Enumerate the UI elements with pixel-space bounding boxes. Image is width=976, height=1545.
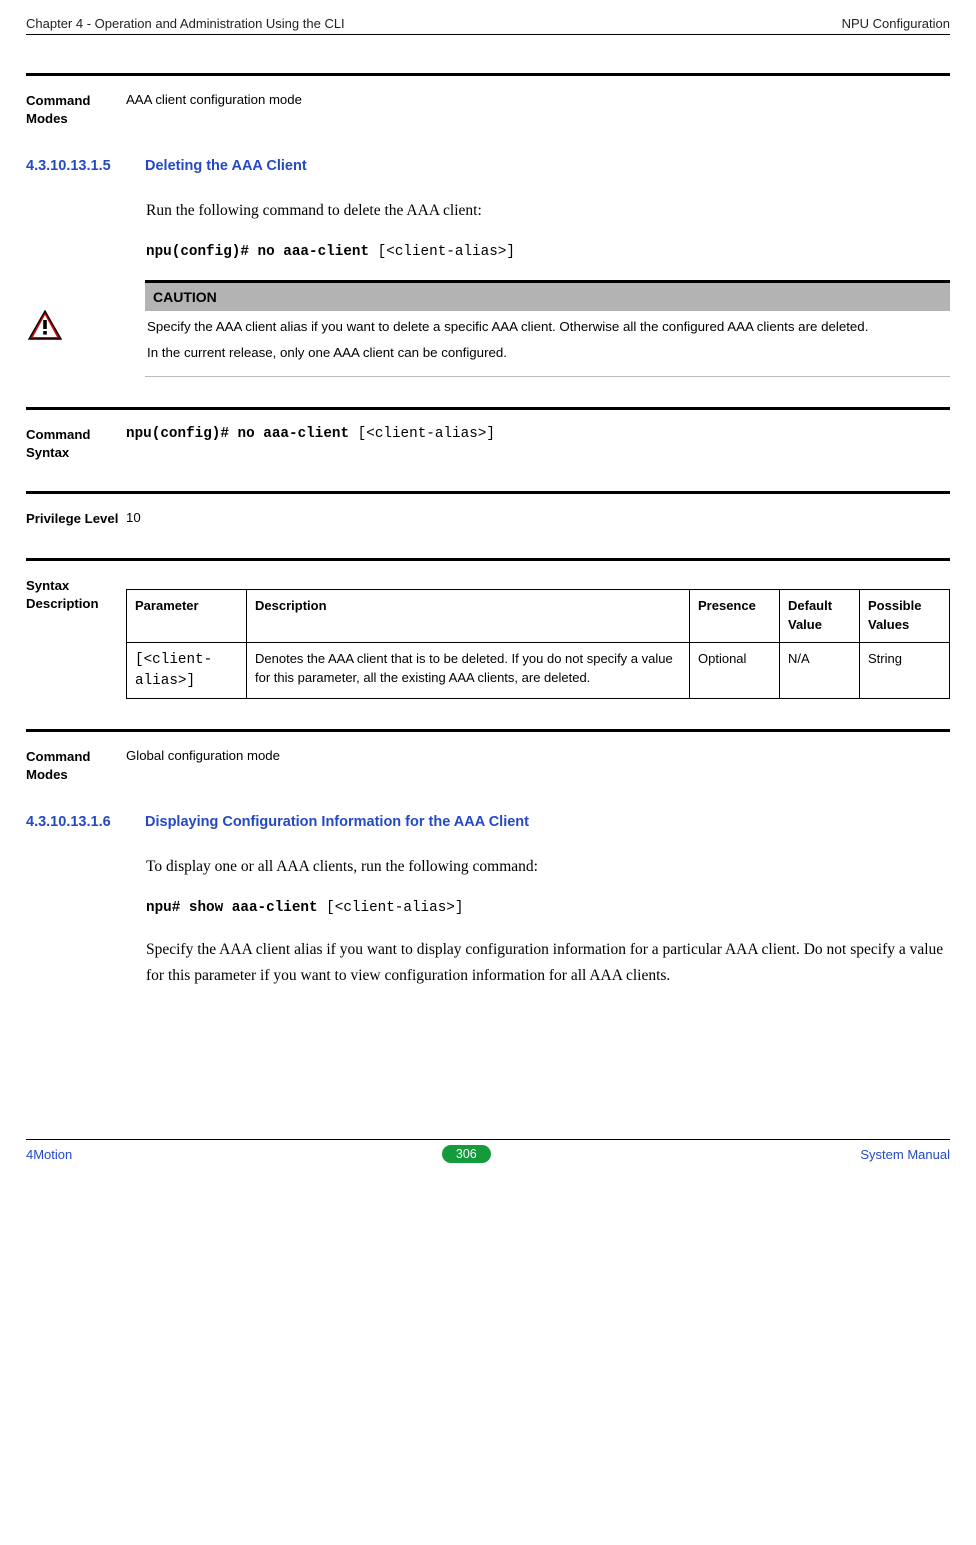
footer-right: System Manual [860,1147,950,1162]
page-number: 306 [442,1145,491,1163]
page-header: Chapter 4 - Operation and Administration… [26,16,950,35]
command-syntax-value: npu(config)# no aaa-client [<client-alia… [126,424,950,445]
col-possible: Possible Values [860,590,950,643]
cell-presence: Optional [690,642,780,698]
section5-command: npu(config)# no aaa-client [<client-alia… [146,240,950,264]
cell-default: N/A [780,642,860,698]
caution-body: Specify the AAA client alias if you want… [145,311,950,377]
section6-title: Displaying Configuration Information for… [145,814,529,830]
caution-title: CAUTION [145,280,950,311]
table-header-row: Parameter Description Presence Default V… [127,590,950,643]
section6-para: Specify the AAA client alias if you want… [146,937,950,990]
syntax-description-block: Syntax Description Parameter Description… [26,558,950,699]
caution-block: CAUTION Specify the AAA client alias if … [26,280,950,377]
syntax-rest: [<client-alias>] [349,426,495,442]
section6-command: npu# show aaa-client [<client-alias>] [146,896,950,920]
syntax-bold: npu(config)# no aaa-client [126,426,349,442]
syntax-table: Parameter Description Presence Default V… [126,589,950,699]
caution-p2: In the current release, only one AAA cli… [147,343,948,362]
cell-possible: String [860,642,950,698]
col-presence: Presence [690,590,780,643]
table-row: [<client-alias>] Denotes the AAA client … [127,642,950,698]
section-title: Deleting the AAA Client [145,158,307,174]
section-heading-6: 4.3.10.13.1.6 Displaying Configuration I… [26,814,950,844]
cell-description: Denotes the AAA client that is to be del… [247,642,690,698]
section6-number: 4.3.10.13.1.6 [26,814,141,844]
command-modes-value: AAA client configuration mode [126,90,950,109]
col-description: Description [247,590,690,643]
header-right: NPU Configuration [842,16,950,31]
section-heading-5: 4.3.10.13.1.5 Deleting the AAA Client [26,158,950,188]
privilege-level-block: Privilege Level 10 [26,491,950,528]
command-modes2-label: Command Modes [26,746,126,784]
cmd-rest: [<client-alias>] [369,244,515,260]
cmd6-rest: [<client-alias>] [318,900,464,916]
cmd-bold: npu(config)# no aaa-client [146,244,369,260]
section-number: 4.3.10.13.1.5 [26,158,141,188]
cmd6-bold: npu# show aaa-client [146,900,318,916]
page-footer: 4Motion 306 System Manual [26,1139,950,1163]
syntax-description-label: Syntax Description [26,575,126,613]
section5-intro: Run the following command to delete the … [146,198,950,224]
command-syntax-block: Command Syntax npu(config)# no aaa-clien… [26,407,950,462]
command-modes2-value: Global configuration mode [126,746,950,765]
privilege-level-label: Privilege Level [26,508,126,528]
caution-icon [26,280,70,345]
footer-left: 4Motion [26,1147,72,1162]
command-modes-block-2: Command Modes Global configuration mode [26,729,950,784]
col-parameter: Parameter [127,590,247,643]
header-left: Chapter 4 - Operation and Administration… [26,16,345,31]
caution-p1: Specify the AAA client alias if you want… [147,317,948,336]
command-modes-block-1: Command Modes AAA client configuration m… [26,73,950,128]
cell-parameter: [<client-alias>] [127,642,247,698]
section6-intro: To display one or all AAA clients, run t… [146,854,950,880]
command-syntax-label: Command Syntax [26,424,126,462]
command-modes-label: Command Modes [26,90,126,128]
syntax-description-table-wrap: Parameter Description Presence Default V… [126,575,950,699]
col-default: Default Value [780,590,860,643]
privilege-level-value: 10 [126,508,950,527]
